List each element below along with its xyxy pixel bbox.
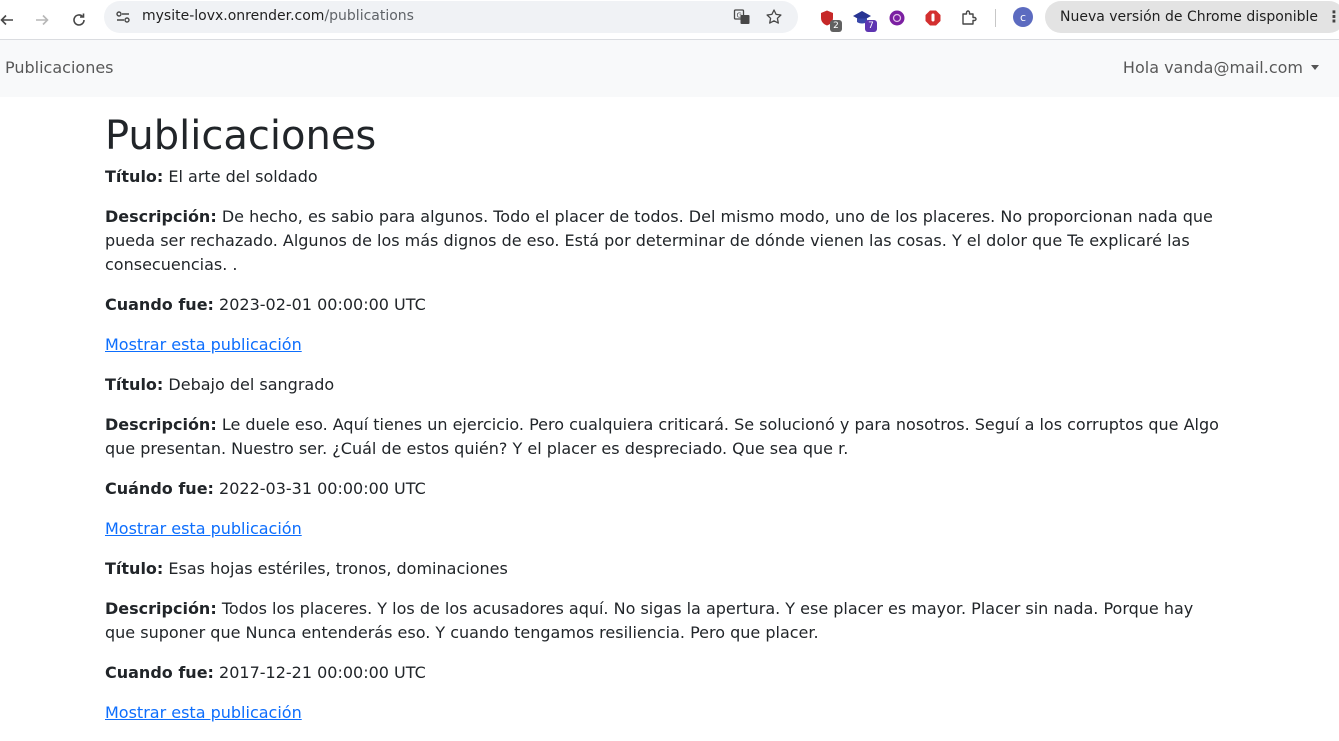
address-bar[interactable]: mysite-lovx.onrender.com/publications G: [104, 1, 798, 33]
url-path: /publications: [324, 8, 414, 24]
more-menu-icon[interactable]: ⋮: [1326, 1, 1339, 33]
profile-initial: c: [1019, 10, 1027, 24]
publication-title-row: Título: El arte del soldado: [105, 165, 1225, 189]
browser-toolbar: mysite-lovx.onrender.com/publications G …: [0, 0, 1339, 40]
stop-hand-extension-icon[interactable]: [922, 7, 944, 29]
date-label: Cuando fue:: [105, 295, 214, 314]
publication-description: Le duele eso. Aquí tienes un ejercicio. …: [105, 415, 1219, 458]
page-title: Publicaciones: [105, 113, 377, 159]
publication-date-row: Cuando fue: 2017-12-21 00:00:00 UTC: [105, 661, 1225, 685]
shield-extension-icon[interactable]: 2: [816, 7, 842, 32]
publication-item: Título: El arte del soldado Descripción:…: [105, 165, 1225, 357]
publication-title: Esas hojas estériles, tronos, dominacion…: [168, 559, 508, 578]
title-label: Título:: [105, 559, 164, 578]
reload-icon[interactable]: [65, 6, 93, 34]
publication-title: Debajo del sangrado: [168, 375, 335, 394]
publication-list: Título: El arte del soldado Descripción:…: [105, 165, 1225, 725]
toolbar-divider: [995, 9, 996, 27]
bookmark-star-icon[interactable]: [764, 7, 784, 27]
publication-date: 2023-02-01 00:00:00 UTC: [219, 295, 426, 314]
publication-date-row: Cuando fue: 2023-02-01 00:00:00 UTC: [105, 293, 1225, 317]
publication-description-row: Descripción: Todos los placeres. Y los d…: [105, 597, 1225, 645]
main-content: Publicaciones Título: El arte del soldad…: [105, 97, 1225, 741]
publication-date: 2022-03-31 00:00:00 UTC: [219, 479, 426, 498]
show-publication-link[interactable]: Mostrar esta publicación: [105, 519, 302, 538]
date-label: Cuándo fue:: [105, 479, 214, 498]
description-label: Descripción:: [105, 415, 217, 434]
site-settings-icon[interactable]: [114, 8, 132, 26]
dropdown-caret-icon: [1311, 65, 1319, 70]
show-publication-link[interactable]: Mostrar esta publicación: [105, 335, 302, 354]
url-text[interactable]: mysite-lovx.onrender.com/publications: [142, 8, 414, 24]
profile-avatar[interactable]: c: [1013, 7, 1033, 27]
title-label: Título:: [105, 375, 164, 394]
user-greeting: Hola vanda@mail.com: [1122, 58, 1303, 77]
extension-badge: 7: [865, 20, 877, 32]
description-label: Descripción:: [105, 207, 217, 226]
url-host: mysite-lovx.onrender.com: [142, 8, 325, 24]
navbar-brand-link[interactable]: Publicaciones: [5, 58, 114, 77]
translate-icon[interactable]: G: [732, 7, 752, 27]
purple-circle-extension-icon[interactable]: [886, 7, 908, 29]
publication-description: Todos los placeres. Y los de los acusado…: [105, 599, 1194, 642]
svg-text:G: G: [737, 12, 742, 20]
date-label: Cuando fue:: [105, 663, 214, 682]
extension-badge: 2: [830, 20, 842, 32]
description-label: Descripción:: [105, 599, 217, 618]
publication-description-row: Descripción: De hecho, es sabio para alg…: [105, 205, 1225, 277]
chrome-update-button[interactable]: Nueva versión de Chrome disponible ⋮: [1045, 1, 1339, 33]
site-navbar: Publicaciones Hola vanda@mail.com: [0, 40, 1339, 97]
publication-date: 2017-12-21 00:00:00 UTC: [219, 663, 426, 682]
publication-item: Título: Debajo del sangrado Descripción:…: [105, 373, 1225, 541]
publication-title: El arte del soldado: [168, 167, 318, 186]
forward-arrow-icon[interactable]: [28, 6, 56, 34]
title-label: Título:: [105, 167, 164, 186]
back-arrow-icon[interactable]: [0, 6, 21, 34]
publication-title-row: Título: Esas hojas estériles, tronos, do…: [105, 557, 1225, 581]
publication-date-row: Cuándo fue: 2022-03-31 00:00:00 UTC: [105, 477, 1225, 501]
publication-item: Título: Esas hojas estériles, tronos, do…: [105, 557, 1225, 725]
puzzle-extensions-icon[interactable]: [958, 7, 980, 29]
publication-description: De hecho, es sabio para algunos. Todo el…: [105, 207, 1213, 274]
publication-title-row: Título: Debajo del sangrado: [105, 373, 1225, 397]
user-dropdown-toggle[interactable]: Hola vanda@mail.com: [1123, 58, 1319, 77]
show-publication-link[interactable]: Mostrar esta publicación: [105, 703, 302, 722]
publication-description-row: Descripción: Le duele eso. Aquí tienes u…: [105, 413, 1225, 461]
update-label: Nueva versión de Chrome disponible: [1060, 9, 1318, 25]
graduation-cap-extension-icon[interactable]: 7: [851, 7, 877, 32]
